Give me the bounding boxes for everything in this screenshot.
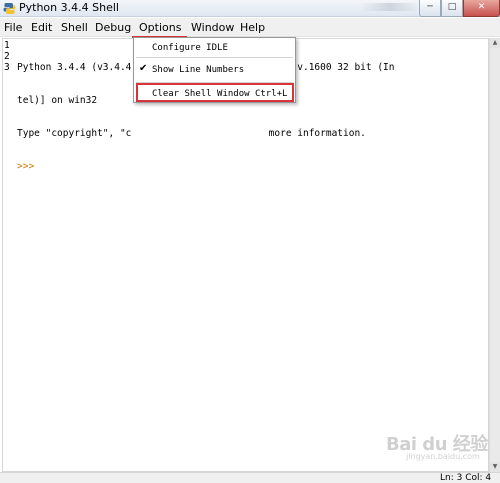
cursor-position: Ln: 3 Col: 4	[440, 473, 492, 483]
menu-bar: File Edit Shell Debug Options Window Hel…	[0, 18, 500, 55]
menu-window[interactable]: Window	[191, 20, 234, 35]
watermark: Bai du 经验 jingyan.baidu.com	[386, 430, 494, 466]
title-bar: Python 3.4.4 Shell ─ □ ✕	[0, 0, 500, 17]
python-icon	[3, 3, 16, 14]
close-button[interactable]: ✕	[463, 0, 500, 17]
scroll-up-icon[interactable]: ▲	[490, 38, 500, 48]
status-bar: Ln: 3 Col: 4	[0, 472, 500, 483]
maximize-button[interactable]: □	[441, 0, 463, 17]
menu-item-configure-idle[interactable]: Configure IDLE	[152, 42, 228, 54]
menu-item-show-line-numbers[interactable]: Show Line Numbers	[152, 64, 244, 76]
menu-options[interactable]: Options	[137, 20, 183, 35]
line-number: 3	[4, 62, 10, 73]
blurred-area	[360, 3, 420, 11]
menu-separator	[136, 57, 293, 58]
menu-help[interactable]: Help	[240, 20, 265, 35]
menu-shell[interactable]: Shell	[61, 20, 88, 35]
window-title: Python 3.4.4 Shell	[19, 1, 119, 14]
watermark-subtext: jingyan.baidu.com	[406, 452, 480, 461]
line-number-gutter: 1 2 3	[3, 39, 15, 83]
menu-edit[interactable]: Edit	[31, 20, 52, 35]
menu-debug[interactable]: Debug	[95, 20, 131, 35]
vertical-scrollbar[interactable]: ▲ ▼	[489, 38, 500, 472]
line-number: 2	[4, 51, 10, 62]
clear-shell-highlight	[136, 83, 294, 102]
menu-file[interactable]: File	[4, 20, 22, 35]
shell-prompt: >>>	[17, 161, 35, 172]
line-number: 1	[4, 40, 10, 51]
shell-line: Type "copyright", "c more information.	[17, 128, 366, 139]
shell-text-area[interactable]: 1 2 3 Python 3.4.4 (v3.4.4 19:28:18) [MS…	[2, 38, 489, 472]
minimize-button[interactable]: ─	[419, 0, 441, 17]
checkmark-icon: ✔	[139, 63, 148, 74]
